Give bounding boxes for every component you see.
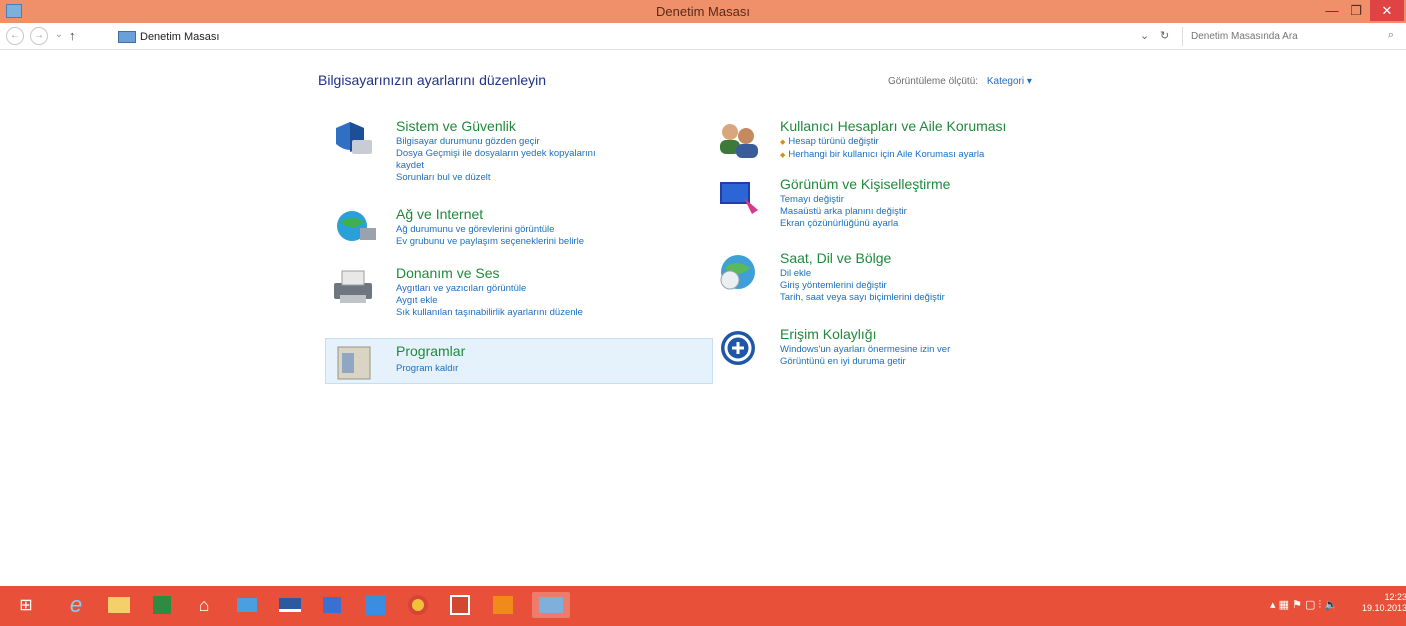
file-explorer-icon[interactable] bbox=[105, 592, 133, 618]
control-panel-icon bbox=[118, 30, 136, 43]
category-link[interactable]: Herhangi bir kullanıcı için Aile Korumas… bbox=[780, 149, 984, 161]
up-button[interactable]: ↑ bbox=[69, 28, 76, 43]
category-link[interactable]: Dosya Geçmişi ile dosyaların yedek kopya… bbox=[396, 148, 596, 159]
category-link[interactable]: kaydet bbox=[396, 160, 596, 171]
view-by: Görüntüleme ölçütü: Kategori ▾ bbox=[888, 76, 1032, 87]
maximize-button[interactable]: ❐ bbox=[1344, 0, 1368, 21]
address-dropdown-button[interactable]: ⌄ bbox=[1140, 29, 1149, 42]
view-by-label: Görüntüleme ölçütü: bbox=[888, 76, 979, 87]
category-link[interactable]: Dil ekle bbox=[780, 268, 945, 279]
shield-computer-icon bbox=[336, 122, 372, 154]
category-title[interactable]: Sistem ve Güvenlik bbox=[396, 118, 516, 134]
start-button[interactable]: ⊞ bbox=[12, 592, 40, 618]
system-tray[interactable]: ▴ ▦ ⚑ ▢ ⫶ 🔈 bbox=[1270, 598, 1338, 612]
address-field[interactable]: Denetim Masası bbox=[118, 27, 1160, 46]
category-title[interactable]: Donanım ve Ses bbox=[396, 265, 500, 281]
category-link[interactable]: Tarih, saat veya sayı biçimlerini değişt… bbox=[780, 292, 945, 303]
category-title[interactable]: Erişim Kolaylığı bbox=[780, 326, 876, 342]
accessibility-icon bbox=[721, 331, 755, 365]
category-link[interactable]: Aygıt ekle bbox=[396, 295, 583, 306]
category-system-security: Sistem ve Güvenlik Bilgisayar durumunu g… bbox=[326, 118, 714, 198]
category-link[interactable]: Ev grubunu ve paylaşım seçeneklerini bel… bbox=[396, 236, 584, 247]
category-link[interactable]: Görüntünü en iyi duruma getir bbox=[780, 356, 950, 367]
desktop-icon[interactable] bbox=[276, 592, 304, 618]
category-link[interactable]: Bilgisayar durumunu gözden geçir bbox=[396, 136, 596, 147]
search-box[interactable]: ⌕ bbox=[1182, 27, 1400, 46]
category-title[interactable]: Saat, Dil ve Bölge bbox=[780, 250, 891, 266]
home-icon[interactable]: ⌂ bbox=[190, 592, 218, 618]
title-bar: Denetim Masası — ❐ ✕ bbox=[0, 0, 1406, 23]
clock-date: 19.10.2013 bbox=[1362, 603, 1406, 613]
category-ease-of-access: Erişim Kolaylığı Windows'un ayarları öne… bbox=[710, 326, 1098, 376]
skype-icon[interactable] bbox=[361, 592, 389, 618]
clock[interactable]: 12:23 19.10.2013 bbox=[1362, 592, 1406, 614]
media-player-icon[interactable] bbox=[489, 592, 517, 618]
category-link[interactable]: Ekran çözünürlüğünü ayarla bbox=[780, 218, 907, 229]
address-bar: ← → ⌄ ↑ Denetim Masası ⌄ ↻ ⌕ bbox=[0, 23, 1406, 50]
category-link[interactable]: Giriş yöntemlerini değiştir bbox=[780, 280, 945, 291]
powerpoint-icon[interactable] bbox=[446, 592, 474, 618]
appearance-icon bbox=[720, 182, 758, 214]
category-title[interactable]: Kullanıcı Hesapları ve Aile Koruması bbox=[780, 118, 1006, 134]
category-appearance: Görünüm ve Kişiselleştirme Temayı değişt… bbox=[710, 176, 1098, 242]
category-link[interactable]: Aygıtları ve yazıcıları görüntüle bbox=[396, 283, 583, 294]
address-path[interactable]: Denetim Masası bbox=[140, 31, 219, 43]
category-title[interactable]: Ağ ve Internet bbox=[396, 206, 483, 222]
printer-hardware-icon bbox=[334, 270, 372, 303]
clock-time: 12:23 bbox=[1384, 592, 1406, 602]
back-button[interactable]: ← bbox=[6, 27, 24, 45]
category-link[interactable]: Windows'un ayarları önermesine izin ver bbox=[780, 344, 950, 355]
clock-globe-icon bbox=[720, 255, 755, 290]
recent-locations-dropdown[interactable]: ⌄ bbox=[54, 27, 64, 45]
mail-icon[interactable] bbox=[233, 592, 261, 618]
category-link[interactable]: Hesap türünü değiştir bbox=[780, 136, 984, 148]
media-icon[interactable] bbox=[318, 592, 346, 618]
internet-explorer-icon[interactable]: e bbox=[62, 592, 90, 618]
category-user-accounts: Kullanıcı Hesapları ve Aile Koruması Hes… bbox=[710, 118, 1098, 168]
category-link[interactable]: Sık kullanılan taşınabilirlik ayarlarını… bbox=[396, 307, 583, 318]
category-link[interactable]: Temayı değiştir bbox=[780, 194, 907, 205]
category-title[interactable]: Görünüm ve Kişiselleştirme bbox=[780, 176, 950, 192]
users-icon bbox=[720, 124, 758, 158]
store-icon[interactable] bbox=[148, 592, 176, 618]
category-clock-language-region: Saat, Dil ve Bölge Dil ekle Giriş yöntem… bbox=[710, 250, 1098, 316]
network-globe-icon bbox=[337, 211, 376, 241]
search-icon[interactable]: ⌕ bbox=[1388, 29, 1394, 42]
category-title[interactable]: Programlar bbox=[396, 343, 465, 359]
category-link[interactable]: Sorunları bul ve düzelt bbox=[396, 172, 596, 183]
category-network-internet: Ağ ve Internet Ağ durumunu ve görevlerin… bbox=[326, 206, 714, 262]
page-title: Bilgisayarınızın ayarlarını düzenleyin bbox=[318, 72, 547, 88]
taskbar: ⊞ e ⌂ ▴ ▦ ⚑ ▢ ⫶ 🔈 12:23 19.10.2013 bbox=[0, 586, 1406, 626]
category-programs[interactable]: Programlar Program kaldır bbox=[325, 338, 713, 384]
control-panel-taskbar-icon[interactable] bbox=[532, 592, 570, 618]
minimize-button[interactable]: — bbox=[1320, 0, 1344, 21]
category-link[interactable]: Program kaldır bbox=[396, 363, 458, 374]
view-by-dropdown[interactable]: Kategori ▾ bbox=[987, 76, 1032, 87]
category-link[interactable]: Masaüstü arka planını değiştir bbox=[780, 206, 907, 217]
window-title: Denetim Masası bbox=[656, 4, 750, 19]
programs-icon bbox=[337, 346, 371, 380]
forward-button[interactable]: → bbox=[30, 27, 48, 45]
category-link[interactable]: Ağ durumunu ve görevlerini görüntüle bbox=[396, 224, 584, 235]
chrome-icon[interactable] bbox=[404, 592, 432, 618]
search-input[interactable] bbox=[1191, 31, 1371, 42]
refresh-button[interactable]: ↻ bbox=[1160, 29, 1169, 42]
category-hardware-sound: Donanım ve Ses Aygıtları ve yazıcıları g… bbox=[326, 265, 714, 339]
close-button[interactable]: ✕ bbox=[1370, 0, 1404, 21]
